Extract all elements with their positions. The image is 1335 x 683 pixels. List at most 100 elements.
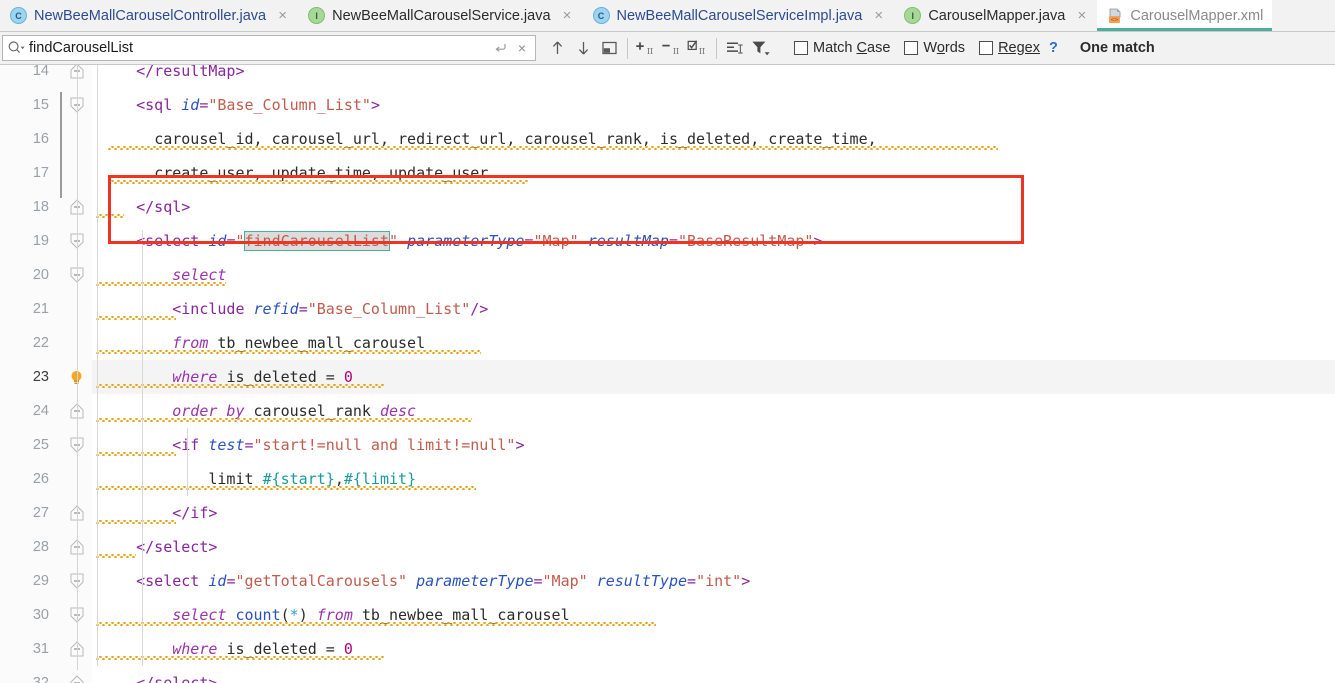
checkbox-box[interactable] <box>904 41 919 55</box>
gutter-line[interactable]: 28 <box>0 530 92 564</box>
indent-guide <box>142 564 143 666</box>
code-line[interactable]: limit #{start},#{limit} <box>92 462 1335 496</box>
gutter-line[interactable]: 19 <box>0 224 92 258</box>
in-selection-icon[interactable] <box>722 35 748 61</box>
regex-checkbox[interactable]: Regex <box>979 40 1040 56</box>
line-number: 26 <box>32 471 49 487</box>
words-checkbox[interactable]: Words <box>904 40 965 56</box>
gutter-line[interactable]: 17 <box>0 156 92 190</box>
code-line[interactable]: from tb_newbee_mall_carousel <box>92 326 1335 360</box>
indent-guide <box>142 230 143 564</box>
close-icon[interactable]: × <box>1075 8 1088 23</box>
code-line[interactable]: <include refid="Base_Column_List"/> <box>92 292 1335 326</box>
gutter-line[interactable]: 27 <box>0 496 92 530</box>
fold-rail <box>77 65 78 670</box>
gutter-line[interactable]: 31 <box>0 632 92 666</box>
code-line[interactable]: order by carousel_rank desc <box>92 394 1335 428</box>
code-line[interactable]: create_user, update_time, update_user <box>92 156 1335 190</box>
code-line[interactable]: </resultMap> <box>92 65 1335 88</box>
words-label: Words <box>923 40 966 56</box>
gutter-line[interactable]: 21 <box>0 292 92 326</box>
select-all-occurrences-icon[interactable]: II <box>685 35 711 61</box>
code-line[interactable]: <if test="start!=null and limit!=null"> <box>92 428 1335 462</box>
editor-gutter[interactable]: 14 15 16 17 18 19 20 21 22 23 24 25 26 27 28 29 30 31 32 <box>0 65 92 683</box>
checkbox-box[interactable] <box>794 41 808 55</box>
line-number: 22 <box>32 335 49 351</box>
editor-tab-4-active[interactable]: <> CarouselMapper.xml <box>1097 0 1273 31</box>
editor-tab-bar: C NewBeeMallCarouselController.java × I … <box>0 0 1335 32</box>
checkbox-box[interactable] <box>979 41 994 55</box>
code-line[interactable]: <select id="findCarouselList" parameterT… <box>92 224 1335 258</box>
match-count-label: One match <box>1079 40 1155 56</box>
code-line[interactable]: select <box>92 258 1335 292</box>
add-occurrence-icon[interactable]: II <box>633 35 659 61</box>
inspection-squiggle <box>96 214 124 218</box>
java-class-icon: C <box>10 7 27 24</box>
inspection-squiggle <box>96 554 136 558</box>
editor-tab-0[interactable]: C NewBeeMallCarouselController.java × <box>0 0 299 31</box>
line-number: 19 <box>32 233 49 249</box>
line-number: 23 <box>32 369 49 385</box>
line-number: 24 <box>32 403 49 419</box>
line-number: 16 <box>32 131 49 147</box>
toolbar-divider <box>716 37 717 59</box>
search-input[interactable] <box>29 40 487 56</box>
gutter-line[interactable]: 14 <box>0 65 92 88</box>
regex-label: Regex <box>998 40 1040 56</box>
inspection-squiggle <box>96 656 384 660</box>
regex-help-icon[interactable]: ? <box>1049 40 1058 56</box>
gutter-line[interactable]: 23 <box>0 360 92 394</box>
line-number: 25 <box>32 437 49 453</box>
open-in-find-window-button[interactable] <box>596 35 622 61</box>
line-number: 17 <box>32 165 49 181</box>
code-line[interactable]: where is_deleted = 0 <box>92 632 1335 666</box>
indent-guide <box>187 428 188 496</box>
code-content[interactable]: </resultMap> <sql id="Base_Column_List">… <box>92 65 1335 683</box>
find-previous-button[interactable] <box>544 35 570 61</box>
gutter-line[interactable]: 22 <box>0 326 92 360</box>
code-line[interactable]: select count(*) from tb_newbee_mall_caro… <box>92 598 1335 632</box>
close-icon[interactable]: × <box>872 8 885 23</box>
editor-tab-label: NewBeeMallCarouselServiceImpl.java <box>616 7 863 24</box>
close-icon[interactable]: × <box>276 8 289 23</box>
code-line[interactable]: where is_deleted = 0 <box>92 360 1335 394</box>
gutter-line[interactable]: 16 <box>0 122 92 156</box>
line-number: 31 <box>32 641 49 657</box>
code-line[interactable]: carousel_id, carousel_url, redirect_url,… <box>92 122 1335 156</box>
gutter-line[interactable]: 29 <box>0 564 92 598</box>
editor-tab-label: CarouselMapper.java <box>928 7 1066 24</box>
find-next-button[interactable] <box>570 35 596 61</box>
return-arrow-icon[interactable] <box>491 39 509 57</box>
remove-occurrence-icon[interactable]: II <box>659 35 685 61</box>
svg-text:<>: <> <box>1111 15 1119 23</box>
editor-tab-2[interactable]: C NewBeeMallCarouselServiceImpl.java × <box>582 0 895 31</box>
gutter-line[interactable]: 30 <box>0 598 92 632</box>
code-line[interactable]: <select id="getTotalCarousels" parameter… <box>92 564 1335 598</box>
code-line[interactable]: <sql id="Base_Column_List"> <box>92 88 1335 122</box>
code-line[interactable]: </select> <box>92 666 1335 683</box>
inspection-squiggle <box>96 384 384 388</box>
gutter-line[interactable]: 25 <box>0 428 92 462</box>
editor-tab-3[interactable]: I CarouselMapper.java × <box>894 0 1098 31</box>
search-field[interactable]: × <box>2 35 536 61</box>
gutter-line[interactable]: 20 <box>0 258 92 292</box>
editor-tab-1[interactable]: I NewBeeMallCarouselService.java × <box>298 0 583 31</box>
gutter-line[interactable]: 26 <box>0 462 92 496</box>
line-number: 21 <box>32 301 49 317</box>
close-icon[interactable]: × <box>561 8 574 23</box>
clear-search-icon[interactable]: × <box>513 39 531 57</box>
code-line[interactable]: </sql> <box>92 190 1335 224</box>
code-line[interactable]: </select> <box>92 530 1335 564</box>
svg-text:II: II <box>673 47 679 56</box>
search-icon[interactable] <box>7 40 25 56</box>
filter-dropdown-icon[interactable] <box>748 35 774 61</box>
code-editor[interactable]: 14 15 16 17 18 19 20 21 22 23 24 25 26 27 28 29 30 31 32 <… <box>0 65 1335 683</box>
match-case-checkbox[interactable]: Match Case <box>794 40 890 56</box>
gutter-line[interactable]: 24 <box>0 394 92 428</box>
code-line[interactable]: </if> <box>92 496 1335 530</box>
line-number: 29 <box>32 573 49 589</box>
gutter-line[interactable]: 32 <box>0 666 92 683</box>
gutter-line[interactable]: 15 <box>0 88 92 122</box>
gutter-line[interactable]: 18 <box>0 190 92 224</box>
java-class-icon: C <box>592 7 610 24</box>
